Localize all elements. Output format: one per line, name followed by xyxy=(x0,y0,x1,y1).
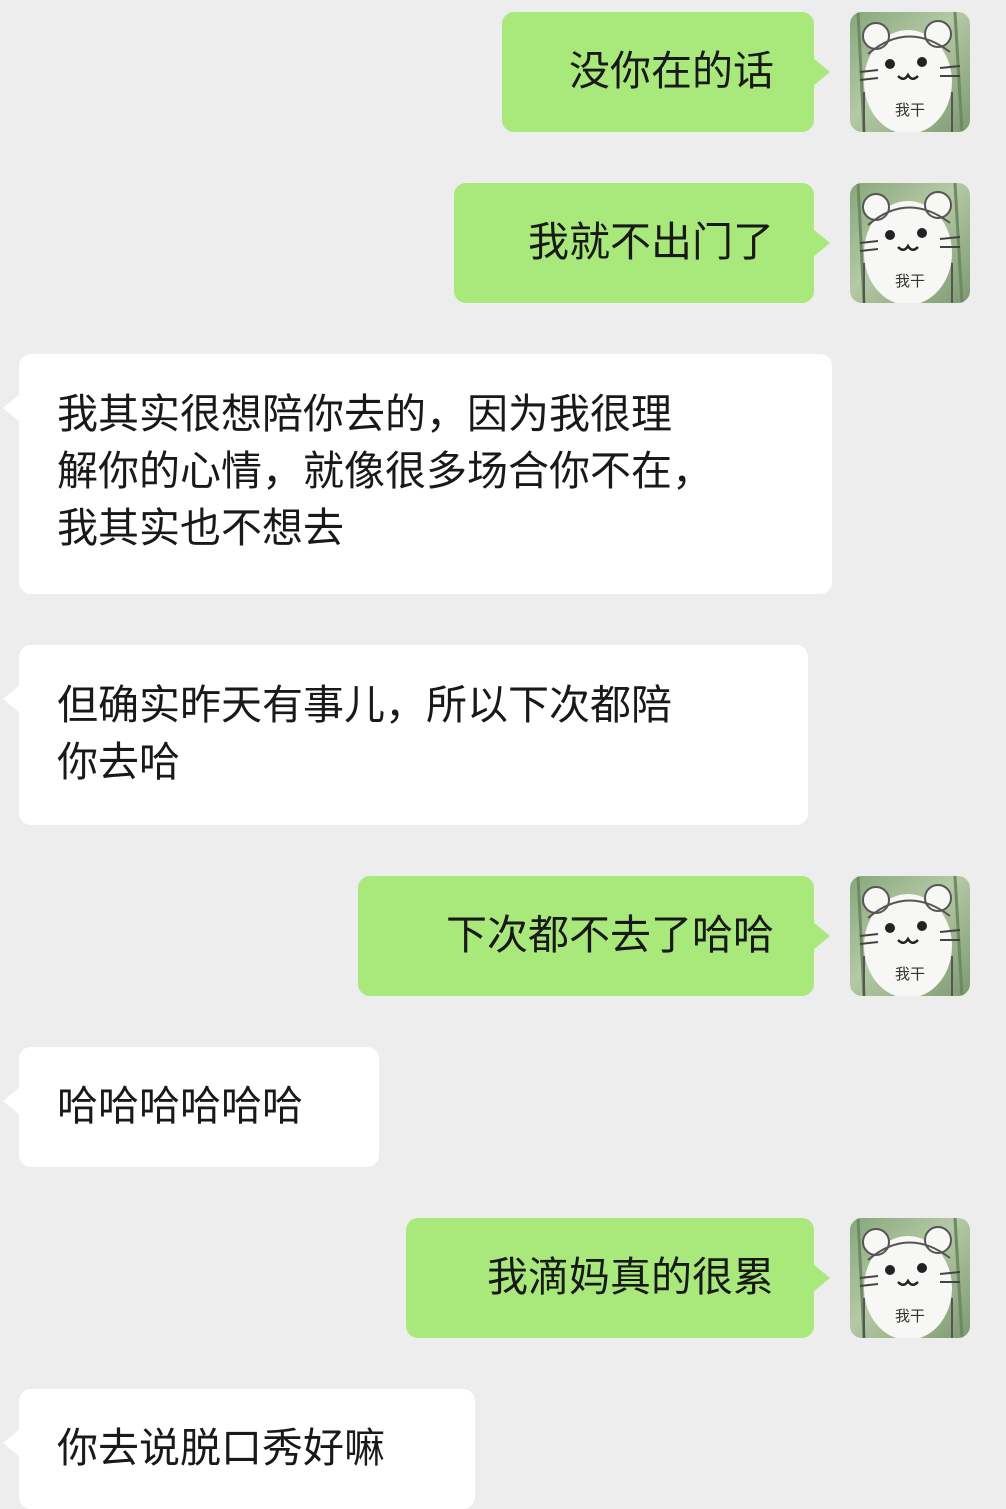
message-line: 哈哈哈哈哈哈 xyxy=(57,1082,303,1130)
message-line: 你去说脱口秀好嘛 xyxy=(57,1424,385,1472)
message-line: 下次都不去了哈哈 xyxy=(446,911,774,959)
received-message-bubble[interactable]: 哈哈哈哈哈哈 xyxy=(3,1047,379,1167)
my-avatar[interactable]: 我干 xyxy=(850,183,970,303)
avatar-caption: 我干 xyxy=(894,101,925,119)
my-avatar[interactable]: 我干 xyxy=(850,876,970,996)
avatar-caption: 我干 xyxy=(894,272,925,290)
sent-message-bubble[interactable]: 没你在的话 xyxy=(502,12,830,132)
received-message-bubble[interactable]: 我其实很想陪你去的，因为我很理 解你的心情，就像很多场合你不在， 我其实也不想去 xyxy=(3,354,832,594)
sent-message-bubble[interactable]: 我就不出门了 xyxy=(454,183,830,303)
message-line: 我滴妈真的很累 xyxy=(487,1253,774,1301)
sent-message-bubble[interactable]: 我滴妈真的很累 xyxy=(406,1218,830,1338)
message-line: 我就不出门了 xyxy=(528,218,774,266)
message-line: 我其实很想陪你去的，因为我很理 xyxy=(57,390,672,438)
message-line: 解你的心情，就像很多场合你不在， xyxy=(57,447,713,495)
received-message-bubble[interactable]: 你去说脱口秀好嘛 xyxy=(3,1389,475,1509)
avatar-caption: 我干 xyxy=(894,1307,925,1325)
message-line: 我其实也不想去 xyxy=(57,504,344,552)
my-avatar[interactable]: 我干 xyxy=(850,12,970,132)
message-line: 你去哈 xyxy=(57,738,180,786)
sent-message-bubble[interactable]: 下次都不去了哈哈 xyxy=(358,876,830,996)
received-message-bubble[interactable]: 但确实昨天有事儿，所以下次都陪 你去哈 xyxy=(3,645,808,825)
message-line: 但确实昨天有事儿，所以下次都陪 xyxy=(57,681,672,729)
my-avatar[interactable]: 我干 xyxy=(850,1218,970,1338)
message-line: 没你在的话 xyxy=(569,47,774,95)
avatar-caption: 我干 xyxy=(894,965,925,983)
chat-message-list[interactable]: 没你在的话 我干 我就不出门了 我干 我其实很想陪你去的，因为我很理 解你的心情… xyxy=(0,0,1006,1509)
